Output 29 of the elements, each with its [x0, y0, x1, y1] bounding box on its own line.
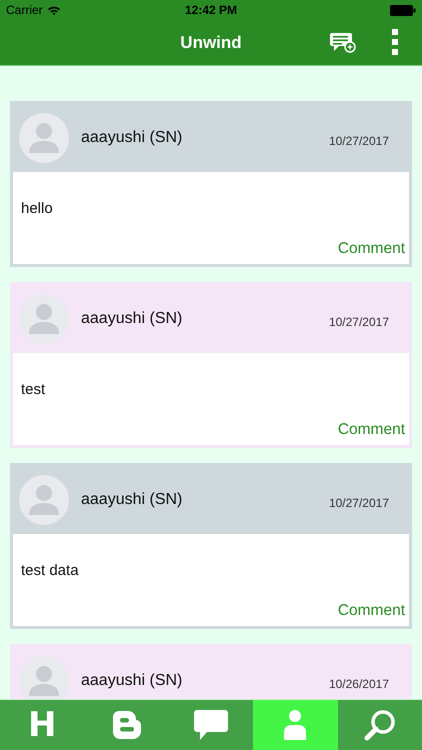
- author-name: aaayushi (SN): [81, 491, 182, 509]
- author-name: aaayushi (SN): [81, 129, 182, 147]
- post-date: 10/27/2017: [328, 315, 389, 329]
- avatar-icon: [19, 113, 69, 163]
- new-message-icon[interactable]: [330, 32, 356, 54]
- post-text: test data: [21, 562, 80, 579]
- avatar-icon: [19, 294, 69, 344]
- post-text: hello: [21, 200, 54, 217]
- status-time: 12:42 PM: [184, 3, 238, 17]
- app-title: Unwind: [180, 32, 242, 52]
- post-date: 10/26/2017: [328, 677, 389, 691]
- carrier-label: Carrier: [6, 3, 43, 17]
- person-icon: [284, 710, 306, 740]
- comment-link[interactable]: Comment: [338, 602, 405, 620]
- search-icon: [364, 709, 396, 741]
- post-text: test: [21, 381, 46, 398]
- more-icon[interactable]: [392, 29, 398, 55]
- comment-link[interactable]: Comment: [338, 240, 405, 258]
- comment-link[interactable]: Comment: [338, 421, 405, 439]
- battery-icon: [390, 4, 416, 16]
- wifi-icon: [46, 4, 61, 16]
- tab[interactable]: H: [0, 700, 84, 750]
- blog-icon: [112, 710, 142, 740]
- avatar-icon: [19, 475, 69, 525]
- post-date: 10/27/2017: [328, 134, 389, 148]
- author-name: aaayushi (SN): [81, 672, 182, 690]
- post-date: 10/27/2017: [328, 496, 389, 510]
- chat-icon: [193, 709, 230, 741]
- author-name: aaayushi (SN): [81, 310, 182, 328]
